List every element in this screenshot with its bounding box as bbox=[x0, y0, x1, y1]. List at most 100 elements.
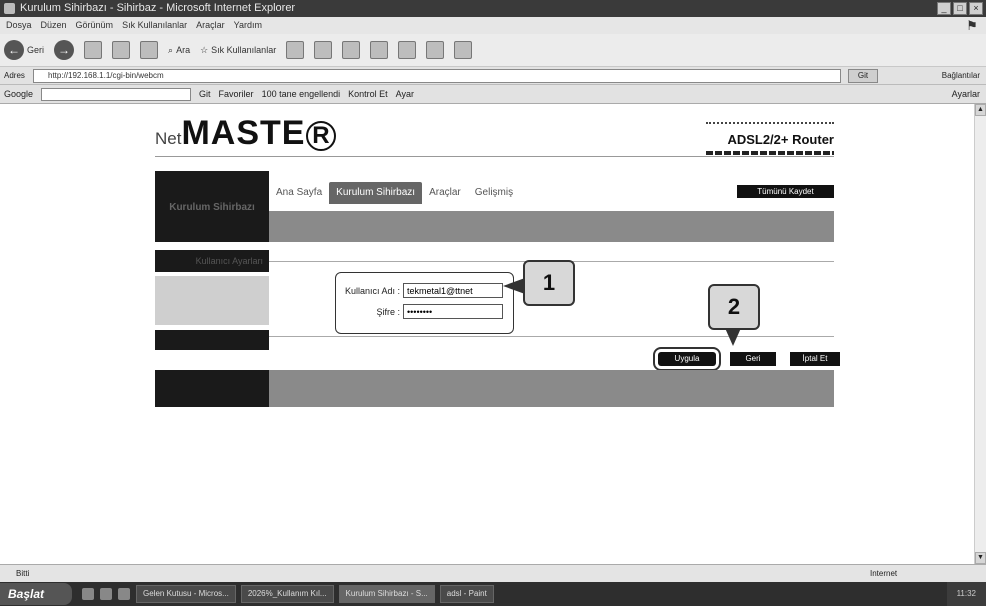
spell-check[interactable]: Kontrol Et bbox=[348, 85, 388, 104]
tab-advanced[interactable]: Gelişmiş bbox=[468, 182, 520, 204]
messenger-icon[interactable] bbox=[454, 41, 473, 59]
search-icon: ⌕ bbox=[168, 44, 174, 55]
history-icon[interactable] bbox=[286, 41, 305, 59]
save-all-button[interactable]: Tümünü Kaydet bbox=[737, 185, 834, 198]
favorites-label: Sık Kullanılanlar bbox=[211, 45, 277, 55]
taskbar: Başlat Gelen Kutusu - Micros... 2026%_Ku… bbox=[0, 582, 986, 606]
title-bar: Kurulum Sihirbazı - Sihirbaz - Microsoft… bbox=[0, 0, 986, 17]
start-button[interactable]: Başlat bbox=[0, 583, 72, 605]
research-icon[interactable] bbox=[426, 41, 445, 59]
minimize-button[interactable]: _ bbox=[937, 2, 951, 15]
windows-flag-icon: ⚑ bbox=[966, 18, 978, 33]
callout-1-pointer bbox=[503, 278, 525, 294]
autofill[interactable]: Ayar bbox=[396, 85, 414, 104]
popup-blocker[interactable]: 100 tane engellendi bbox=[262, 85, 341, 104]
username-row: Kullanıcı Adı : bbox=[340, 283, 503, 298]
menu-file[interactable]: Dosya bbox=[6, 17, 32, 34]
router-model: ADSL2/2+ Router bbox=[727, 132, 834, 147]
badge-bar bbox=[706, 151, 834, 155]
window-title: Kurulum Sihirbazı - Sihirbaz - Microsoft… bbox=[20, 2, 296, 14]
nav-tabs: Ana Sayfa Kurulum Sihirbazı Araçlar Geli… bbox=[269, 182, 520, 204]
toolbar: ← Geri → ⌕ Ara ☆ Sık Kullanılanlar bbox=[0, 34, 986, 67]
side-panel bbox=[155, 276, 269, 325]
footer-side bbox=[155, 370, 269, 407]
forward-arrow-icon: → bbox=[54, 40, 75, 60]
google-go-button[interactable]: Git bbox=[199, 85, 211, 104]
task-ie[interactable]: Kurulum Sihirbazı - S... bbox=[338, 585, 435, 603]
vertical-scrollbar[interactable]: ▲ ▼ bbox=[974, 104, 986, 564]
menu-help[interactable]: Yardım bbox=[234, 17, 262, 34]
menu-view[interactable]: Görünüm bbox=[76, 17, 114, 34]
credentials-form: Kullanıcı Adı : Şifre : bbox=[335, 272, 514, 334]
quicklaunch-mail-icon[interactable] bbox=[100, 588, 112, 600]
header-band bbox=[269, 211, 834, 242]
scroll-up-icon[interactable]: ▲ bbox=[975, 104, 986, 116]
back-label: Geri bbox=[27, 45, 45, 55]
star-icon: ☆ bbox=[200, 44, 209, 55]
menu-edit[interactable]: Düzen bbox=[41, 17, 67, 34]
print-icon[interactable] bbox=[342, 41, 361, 59]
address-label: Adres bbox=[4, 71, 25, 80]
links-button[interactable]: Bağlantılar bbox=[942, 67, 980, 85]
password-label: Şifre : bbox=[376, 306, 400, 317]
task-word[interactable]: 2026%_Kullanım Kıl... bbox=[240, 585, 334, 603]
google-logo: Google bbox=[4, 88, 34, 99]
address-input[interactable]: http://192.168.1.1/cgi-bin/webcm bbox=[33, 69, 841, 83]
window-controls: _ □ × bbox=[937, 2, 983, 15]
netmaster-logo: NetMASTE R bbox=[155, 114, 337, 153]
back-button[interactable]: ← Geri bbox=[4, 40, 44, 60]
password-row: Şifre : bbox=[340, 304, 503, 319]
cancel-button[interactable]: İptal Et bbox=[790, 352, 840, 366]
address-bar: Adres http://192.168.1.1/cgi-bin/webcm G… bbox=[0, 67, 986, 85]
task-paint[interactable]: adsl - Paint bbox=[439, 585, 494, 603]
mail-icon[interactable] bbox=[314, 41, 333, 59]
refresh-icon[interactable] bbox=[112, 41, 131, 59]
favorites-button[interactable]: ☆ Sık Kullanılanlar bbox=[200, 45, 276, 56]
discuss-icon[interactable] bbox=[398, 41, 417, 59]
maximize-button[interactable]: □ bbox=[953, 2, 967, 15]
close-button[interactable]: × bbox=[969, 2, 983, 15]
home-icon[interactable] bbox=[140, 41, 159, 59]
back-arrow-icon: ← bbox=[4, 40, 24, 60]
badge-dots bbox=[706, 122, 834, 126]
tab-setup-wizard[interactable]: Kurulum Sihirbazı bbox=[329, 182, 423, 204]
footer-band bbox=[269, 370, 834, 407]
security-zone: Internet bbox=[870, 569, 898, 578]
section-divider-bottom bbox=[269, 336, 834, 337]
password-input[interactable] bbox=[403, 304, 503, 319]
stop-icon[interactable] bbox=[84, 41, 103, 59]
menu-favorites[interactable]: Sık Kullanılanlar bbox=[122, 17, 187, 34]
quicklaunch-desktop-icon[interactable] bbox=[118, 588, 130, 600]
menu-tools[interactable]: Araçlar bbox=[196, 17, 225, 34]
side-title: Kurulum Sihirbazı bbox=[155, 171, 269, 242]
callout-2-pointer bbox=[725, 328, 741, 346]
search-label: Ara bbox=[176, 45, 191, 55]
status-text: Bitti bbox=[16, 569, 30, 578]
apply-button[interactable]: Uygula bbox=[653, 347, 721, 371]
go-button[interactable]: Git bbox=[848, 69, 878, 83]
search-button[interactable]: ⌕ Ara bbox=[168, 45, 190, 56]
side-subtitle: Kullanıcı Ayarları bbox=[155, 250, 269, 272]
google-search-input[interactable] bbox=[41, 87, 192, 101]
forward-button[interactable]: → bbox=[54, 40, 75, 60]
form-buttons: Uygula Geri İptal Et bbox=[653, 347, 840, 371]
callout-1: 1 bbox=[523, 260, 575, 306]
side-block bbox=[155, 330, 269, 350]
google-favorites[interactable]: Favoriler bbox=[219, 85, 254, 104]
header-divider bbox=[155, 156, 834, 157]
tab-tools[interactable]: Araçlar bbox=[422, 182, 468, 204]
back-page-button[interactable]: Geri bbox=[730, 352, 776, 366]
username-input[interactable] bbox=[403, 283, 503, 298]
google-settings[interactable]: Ayarlar bbox=[952, 85, 980, 104]
menu-bar: Dosya Düzen Görünüm Sık Kullanılanlar Ar… bbox=[0, 17, 986, 34]
task-outlook[interactable]: Gelen Kutusu - Micros... bbox=[136, 585, 236, 603]
system-tray: 11:32 bbox=[946, 582, 986, 606]
router-model-badge: ADSL2/2+ Router bbox=[706, 122, 834, 155]
callout-2: 2 bbox=[708, 284, 760, 330]
ie-icon bbox=[4, 3, 15, 14]
quicklaunch-ie-icon[interactable] bbox=[82, 588, 94, 600]
tab-home[interactable]: Ana Sayfa bbox=[269, 182, 329, 204]
scroll-down-icon[interactable]: ▼ bbox=[975, 552, 986, 564]
username-label: Kullanıcı Adı : bbox=[344, 285, 400, 296]
edit-icon[interactable] bbox=[370, 41, 389, 59]
